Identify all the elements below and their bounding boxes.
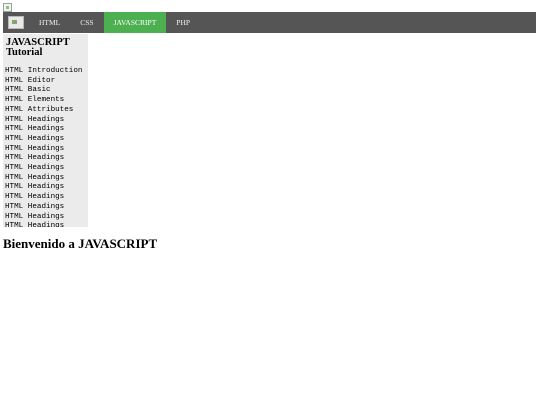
nav-link-javascript[interactable]: JAVASCRIPT xyxy=(103,12,167,33)
sidebar-item[interactable]: HTML Headings xyxy=(5,222,88,227)
sidebar-item[interactable]: HTML Introduction xyxy=(5,67,88,77)
nav-link-php[interactable]: PHP xyxy=(166,12,200,33)
top-navigation-bar: HTML CSS JAVASCRIPT PHP xyxy=(3,12,536,33)
nav-link-html[interactable]: HTML xyxy=(29,12,70,33)
sidebar-item[interactable]: HTML Headings xyxy=(5,116,88,126)
nav-link-css[interactable]: CSS xyxy=(70,12,103,33)
sidebar-item[interactable]: HTML Headings xyxy=(5,203,88,213)
sidebar-item[interactable]: HTML Editor xyxy=(5,77,88,87)
page-title: Bienvenido a JAVASCRIPT xyxy=(3,236,158,251)
sidebar-item[interactable]: HTML Headings xyxy=(5,135,88,145)
sidebar-title: JAVASCRIPT Tutorial xyxy=(6,37,70,58)
sidebar-item[interactable]: HTML Headings xyxy=(5,154,88,164)
sidebar-item[interactable]: HTML Headings xyxy=(5,193,88,203)
home-logo-icon[interactable] xyxy=(8,16,24,29)
sidebar-item[interactable]: HTML Headings xyxy=(5,183,88,193)
sidebar-list: HTML Introduction HTML Editor HTML Basic HT… xyxy=(5,67,88,227)
sidebar-item[interactable]: HTML Attributes xyxy=(5,106,88,116)
sidebar-item[interactable]: HTML Headings xyxy=(5,174,88,184)
sidebar[interactable]: JAVASCRIPT Tutorial HTML Introduction HTM… xyxy=(3,34,88,227)
sidebar-item[interactable]: HTML Basic xyxy=(5,86,88,96)
sidebar-item[interactable]: HTML Elements xyxy=(5,96,88,106)
sidebar-item[interactable]: HTML Headings xyxy=(5,145,88,155)
sidebar-item[interactable]: HTML Headings xyxy=(5,164,88,174)
sidebar-item[interactable]: HTML Headings xyxy=(5,125,88,135)
sidebar-item[interactable]: HTML Headings xyxy=(5,213,88,223)
broken-image-icon xyxy=(3,3,12,12)
